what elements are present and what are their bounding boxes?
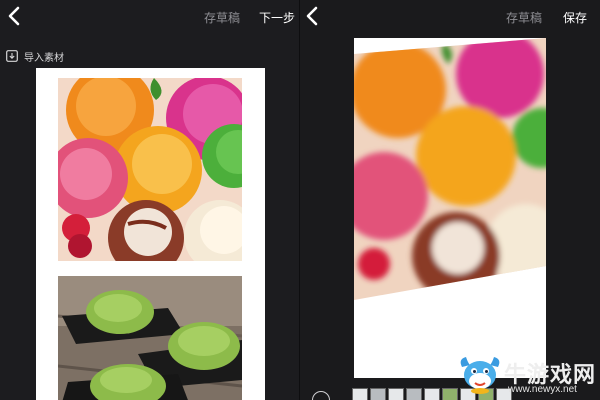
chevron-left-icon — [8, 6, 20, 26]
filmstrip-thumb[interactable] — [442, 388, 458, 400]
save-draft-button[interactable]: 存草稿 — [204, 9, 240, 26]
right-top-bar: 存草稿 保存 — [300, 0, 600, 32]
photo-slot-1[interactable] — [58, 78, 242, 261]
filmstrip-thumb[interactable] — [406, 388, 422, 400]
filmstrip-thumb[interactable] — [460, 388, 476, 400]
left-editor-panel: 存草稿 下一步 导入素材 — [0, 0, 300, 400]
filmstrip-thumb[interactable] — [352, 388, 368, 400]
photo-slot-2[interactable] — [58, 276, 242, 400]
left-top-bar: 存草稿 下一步 — [0, 0, 300, 32]
import-material-label: 导入素材 — [24, 52, 64, 64]
filmstrip-thumb[interactable] — [496, 388, 512, 400]
filmstrip — [352, 388, 512, 400]
green-ice-cream-photo — [58, 276, 242, 400]
collage-canvas — [36, 68, 265, 400]
import-download-icon — [6, 50, 18, 62]
filmstrip-thumb[interactable] — [370, 388, 386, 400]
ice-cream-photo — [58, 78, 242, 261]
preview-canvas[interactable] — [354, 38, 546, 378]
blurred-ice-cream-photo — [354, 38, 546, 378]
chevron-left-icon — [306, 6, 318, 26]
filmstrip-thumb[interactable] — [424, 388, 440, 400]
back-button[interactable] — [302, 4, 324, 28]
back-button[interactable] — [4, 4, 26, 28]
save-button[interactable]: 保存 — [563, 9, 587, 26]
import-material-button[interactable]: 导入素材 — [6, 49, 64, 64]
filmstrip-thumb[interactable] — [388, 388, 404, 400]
save-draft-button[interactable]: 存草稿 — [506, 9, 542, 26]
next-step-button[interactable]: 下一步 — [259, 9, 295, 26]
filmstrip-thumb[interactable] — [478, 388, 494, 400]
